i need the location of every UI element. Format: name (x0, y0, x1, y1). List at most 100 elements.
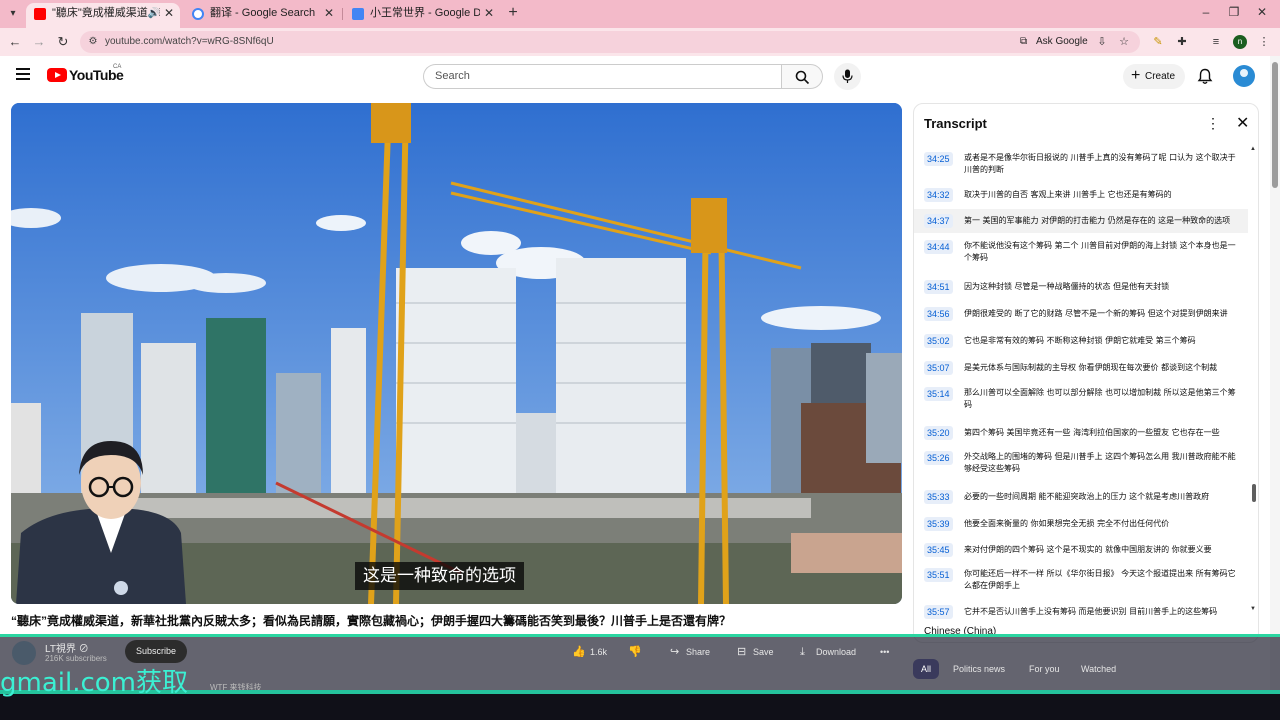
ask-google-button[interactable]: Ask Google (1020, 34, 1088, 50)
channel-name[interactable]: LT視界 ⊘ (45, 640, 89, 655)
thumbs-down-icon: 👎 (628, 646, 642, 658)
transcript-segment-active[interactable]: 34:37 第一 美国的军事能力 对伊朗的打击能力 仍然是存在的 这是一种致命的… (914, 209, 1248, 233)
window-close-icon[interactable]: ✕ (1252, 5, 1272, 19)
voice-search-button[interactable] (834, 63, 861, 90)
segment-text: 那么川普可以全面解除 也可以部分解除 也可以增加制裁 所以这是他第三个筹码 (964, 388, 1236, 409)
segment-timestamp: 35:07 (924, 361, 953, 375)
browser-tab-youtube[interactable]: "聽床"竟成權威渠道，新華 🔊 ✕ (26, 3, 180, 28)
bookmark-icon: ⊟ (737, 646, 747, 658)
tab-search-icon[interactable]: ▾ (6, 7, 20, 21)
share-label: Share (686, 647, 711, 657)
minimize-icon[interactable]: – (1196, 5, 1216, 19)
transcript-segment[interactable]: 35:45 来对付伊朗的四个筹码 这个是不现实的 就像中国朋友讲的 你就要义要 (914, 541, 1248, 561)
chip-all[interactable]: All (913, 659, 940, 679)
chip-for-you[interactable]: For you (1021, 659, 1068, 679)
page-scroll-thumb[interactable] (1272, 62, 1278, 188)
search-input[interactable]: Search (423, 64, 782, 89)
browser-profile-avatar[interactable]: n (1233, 35, 1247, 49)
docs-favicon-icon (352, 8, 364, 20)
segment-text: 它并不是否认川普手上没有筹码 而是他要识别 目前川普手上的这些筹码 (964, 607, 1218, 616)
segment-timestamp: 35:57 (924, 605, 953, 619)
page-scrollbar[interactable] (1270, 56, 1280, 690)
guide-menu-icon[interactable] (16, 68, 32, 82)
scroll-down-icon[interactable]: ▼ (1250, 606, 1256, 612)
transcript-segment[interactable]: 34:56 伊朗很难受的 断了它的财路 尽管不是一个新的筹码 但这个对提到伊朗来… (914, 305, 1248, 325)
thumbs-up-icon: 👍 (572, 646, 586, 658)
like-button[interactable]: 👍 1.6k (572, 644, 607, 660)
segment-timestamp: 35:39 (924, 517, 953, 531)
youtube-header: YouTube CA Search Create (0, 56, 1270, 98)
transcript-segment[interactable]: 34:25 或者是不是像华尔街日报说的 川普手上真的没有筹码了呢 口认为 这个取… (914, 150, 1248, 176)
extension-translate-icon[interactable]: ✎ (1150, 34, 1166, 50)
google-favicon-icon (192, 8, 204, 20)
extensions-puzzle-icon[interactable]: ✚ (1174, 34, 1190, 50)
segment-text: 第四个筹码 美国毕竟还有一些 海湾利拉伯国家的一些盟友 它也存在一些 (964, 428, 1220, 437)
like-count: 1.6k (590, 647, 608, 657)
address-bar[interactable]: ⚙ youtube.com/watch?v=wRG-8SNf6qU Ask Go… (80, 31, 1140, 53)
transcript-segment[interactable]: 35:26 外交战略上的围堵的筹码 但是川普手上 这四个筹码怎么用 我川普政府能… (914, 450, 1248, 476)
install-app-icon[interactable]: ⇩ (1094, 34, 1110, 50)
segment-timestamp: 35:33 (924, 490, 953, 504)
transcript-segment[interactable]: 35:07 是美元体系与国际制裁的主导权 你看伊朗现在每次要价 都谈到这个制裁 (914, 359, 1248, 379)
browser-tab-google-docs[interactable]: 小王常世界 - Google Docs ✕ (344, 3, 500, 28)
forward-icon[interactable]: → (31, 34, 47, 50)
transcript-segment-list: 34:25 或者是不是像华尔街日报说的 川普手上真的没有筹码了呢 口认为 这个取… (914, 146, 1248, 619)
transcript-segment[interactable]: 35:33 必要的一些时间周期 能不能迎突政治上的压力 这个就是考虑川普政府 (914, 488, 1248, 508)
transcript-segment[interactable]: 35:20 第四个筹码 美国毕竟还有一些 海湾利拉伯国家的一些盟友 它也存在一些 (914, 424, 1248, 444)
segment-text: 取决于川普的自否 客观上来讲 川普手上 它也还是有筹码的 (964, 190, 1172, 199)
promo-overlay-text: gmail.com获取 (0, 668, 189, 698)
save-button[interactable]: ⊟ Save (737, 644, 774, 660)
browser-menu-icon[interactable]: ⋮ (1256, 34, 1272, 50)
segment-timestamp: 35:14 (924, 387, 953, 401)
transcript-close-icon[interactable]: ✕ (1236, 113, 1249, 133)
tab-search-list-icon[interactable]: ≡ (1208, 34, 1224, 50)
create-button[interactable]: Create (1123, 63, 1185, 89)
reload-icon[interactable]: ↻ (55, 34, 71, 50)
chip-politics-news[interactable]: Politics news (945, 659, 1013, 679)
tab-close-icon[interactable]: ✕ (164, 3, 174, 24)
dislike-button[interactable]: 👎 (628, 644, 644, 660)
share-button[interactable]: ↪ Share (670, 644, 710, 660)
video-player[interactable] (11, 103, 902, 604)
bookmark-star-icon[interactable]: ☆ (1116, 34, 1132, 50)
youtube-favicon-icon (34, 8, 46, 20)
transcript-segment[interactable]: 35:02 它也是非常有效的筹码 不断称这种封锁 伊朗它就难受 第三个筹码 (914, 332, 1248, 352)
back-icon[interactable]: ← (7, 34, 23, 50)
transcript-segment[interactable]: 34:44 你不能说他没有这个筹码 第二个 川普目前对伊朗的海上封锁 这个本身也… (914, 239, 1248, 265)
transcript-segment[interactable]: 34:32 取决于川普的自否 客观上来讲 川普手上 它也还是有筹码的 (914, 186, 1248, 206)
new-tab-button[interactable]: + (505, 3, 521, 25)
tab-close-icon[interactable]: ✕ (324, 3, 334, 24)
restore-icon[interactable]: ❐ (1224, 5, 1244, 19)
segment-timestamp: 35:45 (924, 543, 953, 557)
search-button[interactable] (781, 64, 823, 89)
subscribe-button[interactable]: Subscribe (125, 640, 187, 663)
segment-timestamp: 34:37 (924, 214, 953, 228)
video-frame-image (11, 103, 902, 604)
transcript-segment[interactable]: 35:14 那么川普可以全面解除 也可以部分解除 也可以增加制裁 所以这是他第三… (914, 386, 1248, 412)
segment-text: 或者是不是像华尔街日报说的 川普手上真的没有筹码了呢 口认为 这个取决于川普的判… (964, 153, 1236, 174)
transcript-segment[interactable]: 34:51 因为这种封锁 尽管是一种战略僵持的状态 但是他有天封锁 (914, 278, 1248, 298)
notifications-bell-icon[interactable] (1197, 68, 1213, 90)
more-actions-icon[interactable]: ••• (880, 644, 889, 660)
save-label: Save (753, 647, 774, 657)
account-avatar[interactable] (1233, 65, 1255, 87)
search-placeholder: Search (435, 70, 470, 82)
chip-watched[interactable]: Watched (1073, 659, 1124, 679)
segment-timestamp: 34:51 (924, 280, 953, 294)
transcript-segment[interactable]: 35:51 你可能还后一样不一样 所以《华尔街日报》 今天这个报道提出来 所有筹… (914, 567, 1248, 593)
transcript-segment[interactable]: 35:39 他要全面来衡量的 你如果想完全无损 完全不付出任何代价 (914, 515, 1248, 535)
site-info-icon[interactable]: ⚙ (86, 35, 100, 49)
browser-tab-google-search[interactable]: 翻译 - Google Search ✕ (184, 3, 340, 28)
transcript-scrollbar[interactable]: ▲ ▼ (1250, 146, 1258, 616)
download-button[interactable]: ⤓ Download (800, 644, 856, 660)
transcript-more-options-icon[interactable]: ⋮ (1206, 115, 1220, 132)
transcript-panel: Transcript ⋮ ✕ 34:25 或者是不是像华尔街日报说的 川普手上真… (913, 103, 1259, 643)
scroll-up-icon[interactable]: ▲ (1250, 146, 1256, 152)
transcript-scroll-thumb[interactable] (1252, 484, 1256, 502)
tab-close-icon[interactable]: ✕ (484, 3, 494, 24)
segment-text: 他要全面来衡量的 你如果想完全无损 完全不付出任何代价 (964, 519, 1170, 528)
segment-text: 来对付伊朗的四个筹码 这个是不现实的 就像中国朋友讲的 你就要义要 (964, 545, 1212, 554)
audio-playing-icon[interactable]: 🔊 (148, 3, 160, 24)
country-code: CA (113, 64, 122, 70)
transcript-segment[interactable]: 35:57 它并不是否认川普手上没有筹码 而是他要识别 目前川普手上的这些筹码 (914, 604, 1248, 620)
